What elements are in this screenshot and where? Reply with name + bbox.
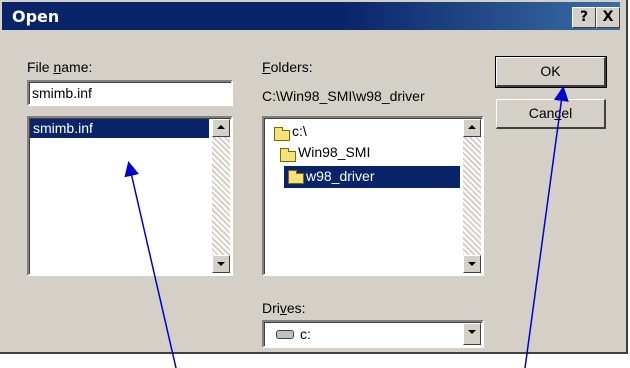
annotation-arrows: [124, 86, 569, 368]
annotation-arrow-file-list: [124, 161, 177, 368]
annotation-arrow-ok-button: [524, 86, 569, 368]
